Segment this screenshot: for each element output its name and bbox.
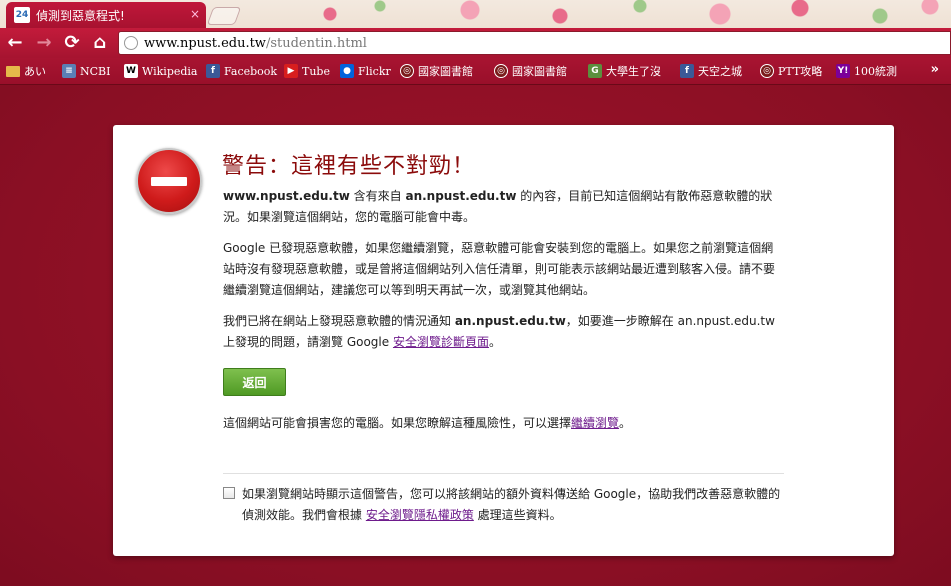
bookmark-item[interactable]: ◎ 國家圖書館: [494, 62, 567, 80]
warning-paragraph-2: Google 已發現惡意軟體，如果您繼續瀏覽，惡意軟體可能會安裝到您的電腦上。如…: [223, 241, 776, 297]
diagnostic-page-link[interactable]: 安全瀏覽診斷頁面: [393, 335, 489, 349]
bookmark-label: Facebook: [224, 64, 278, 78]
toolbar: ← → ⟳ ⌂ www.npust.edu.tw/studentin.html: [0, 28, 951, 58]
home-icon[interactable]: ⌂: [89, 32, 111, 54]
page-icon: G: [588, 64, 602, 78]
bookmark-item[interactable]: Y! 100統測: [836, 62, 897, 80]
bookmark-item[interactable]: ◎ PTT攻略: [760, 62, 822, 80]
youtube-icon: ▶: [284, 64, 298, 78]
bookmark-item[interactable]: ◎ 國家圖書館: [400, 62, 473, 80]
report-checkbox-label: 如果瀏覽網站時顯示這個警告，您可以將該網站的額外資料傳送給 Google，協助我…: [242, 487, 781, 522]
bookmark-item[interactable]: f Facebook: [206, 62, 277, 80]
bookmark-label: 大學生了沒: [606, 65, 661, 78]
bookmark-label: NCBI: [80, 64, 111, 78]
flickr-icon: ●: [340, 64, 354, 78]
page-title: 警告：這裡有些不對勁！: [222, 154, 476, 179]
bookmark-item[interactable]: あい: [6, 62, 46, 80]
tab-active[interactable]: 24 偵測到惡意程式! ×: [6, 2, 206, 28]
bookmark-item[interactable]: ● Flickr: [340, 62, 391, 80]
bookmark-label: 天空之城: [698, 65, 742, 78]
yahoo-icon: Y!: [836, 64, 850, 78]
proceed-link[interactable]: 繼續瀏覽: [571, 416, 619, 430]
address-bar[interactable]: www.npust.edu.tw/studentin.html: [118, 31, 951, 55]
bookmark-item[interactable]: W Wikipedia: [124, 62, 197, 80]
bookmark-label: Wikipedia: [142, 64, 198, 78]
facebook-icon: f: [680, 64, 694, 78]
tab-title: 偵測到惡意程式!: [36, 9, 125, 23]
bookmark-label: PTT攻略: [778, 65, 823, 78]
bookmark-item[interactable]: ≡ NCBI: [62, 62, 110, 80]
wikipedia-icon: W: [124, 64, 138, 78]
url-path: /studentin.html: [265, 35, 367, 51]
tab-close-icon[interactable]: ×: [190, 7, 200, 21]
malware-source: an.npust.edu.tw: [405, 189, 517, 203]
malware-source: an.npust.edu.tw: [454, 314, 566, 328]
url-host: www.npust.edu.tw: [144, 35, 266, 51]
ncbi-icon: ≡: [62, 64, 76, 78]
globe-icon: ◎: [760, 64, 774, 78]
divider: [223, 473, 784, 474]
facebook-icon: f: [206, 64, 220, 78]
new-tab-button[interactable]: [206, 7, 242, 25]
title-bar: 24 偵測到惡意程式! ×: [0, 0, 951, 28]
page-icon: [124, 36, 138, 50]
stop-sign-icon: [136, 148, 202, 214]
back-button[interactable]: 返回: [223, 368, 286, 396]
bookmark-label: 國家圖書館: [418, 65, 473, 78]
bookmark-item[interactable]: ▶ Tube: [284, 62, 330, 80]
back-arrow-icon[interactable]: ←: [4, 32, 26, 54]
site-host: www.npust.edu.tw: [223, 189, 350, 203]
folder-icon: [6, 65, 20, 77]
bookmark-item[interactable]: G 大學生了沒: [588, 62, 661, 80]
warning-paragraph-1: www.npust.edu.tw 含有來自 an.npust.edu.tw 的內…: [223, 189, 773, 224]
bookmark-label: 國家圖書館: [512, 65, 567, 78]
reload-icon[interactable]: ⟳: [61, 32, 83, 54]
privacy-policy-link[interactable]: 安全瀏覽隱私權政策: [366, 508, 474, 522]
tab-favicon-icon: 24: [14, 7, 30, 23]
globe-icon: ◎: [494, 64, 508, 78]
bookmarks-bar: » あい ≡ NCBI W Wikipedia f Facebook ▶ Tube ● Flickr…: [0, 58, 951, 85]
bookmarks-more-icon[interactable]: »: [931, 62, 939, 77]
bookmark-label: 100統測: [854, 65, 897, 78]
bookmark-label: あい: [24, 65, 46, 78]
bookmark-item[interactable]: f 天空之城: [680, 62, 742, 80]
bookmark-label: Flickr: [358, 64, 391, 78]
warning-paragraph-3: 我們已將在網站上發現惡意軟體的情況通知 an.npust.edu.tw，如要進一…: [223, 314, 775, 349]
warning-paragraph-4: 這個網站可能會損害您的電腦。如果您瞭解這種風險性，可以選擇繼續瀏覽。: [223, 416, 632, 430]
forward-arrow-icon[interactable]: →: [33, 32, 55, 54]
bookmark-label: Tube: [302, 64, 330, 78]
report-checkbox[interactable]: [223, 487, 235, 499]
globe-icon: ◎: [400, 64, 414, 78]
